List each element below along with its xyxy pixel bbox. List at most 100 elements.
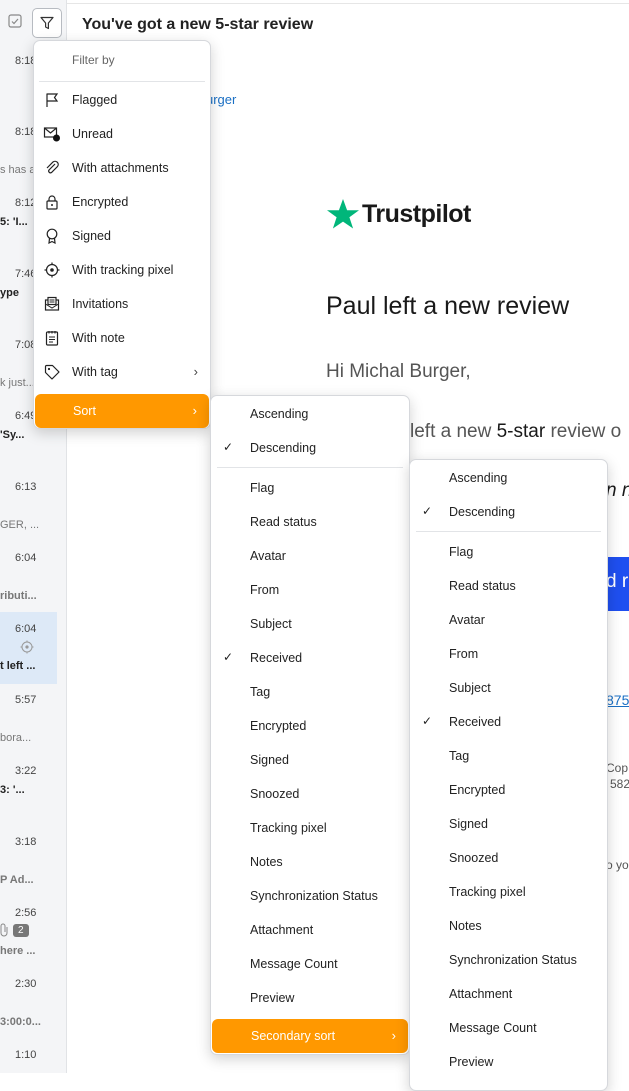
sort-item-label: Notes: [250, 855, 283, 869]
secondary-sort-field-avatar[interactable]: Avatar: [410, 603, 607, 637]
secondary-sort-field-encrypted[interactable]: Encrypted: [410, 773, 607, 807]
divider: [416, 531, 601, 532]
sort-menu: Ascending ✓ Descending Flag Read status Avata…: [210, 395, 410, 1055]
footer-text: 582: [610, 777, 629, 791]
sort-field-received[interactable]: ✓ Received: [211, 641, 409, 675]
review-excerpt: n n: [606, 480, 629, 501]
sort-item-label: Descending: [250, 441, 317, 455]
sort-field-notes[interactable]: Notes: [211, 845, 409, 879]
secondary-sort-field-notes[interactable]: Notes: [410, 909, 607, 943]
sort-field-from[interactable]: From: [211, 573, 409, 607]
secondary-sort-item-label: Synchronization Status: [449, 953, 577, 967]
brand-name: Trustpilot: [362, 199, 471, 228]
checkmark-icon: ✓: [223, 440, 234, 454]
sort-field-tag[interactable]: Tag: [211, 675, 409, 709]
sort-item-label: Preview: [250, 991, 295, 1005]
sort-item-label: Received: [250, 651, 303, 665]
sort-menu-item[interactable]: Sort ›: [35, 394, 209, 428]
secondary-sort-menu-item[interactable]: Secondary sort ›: [212, 1019, 408, 1053]
message-time: 3:18: [15, 836, 37, 848]
secondary-sort-item-label: From: [449, 647, 479, 661]
filter-item-signed[interactable]: Signed: [34, 219, 210, 253]
select-all-checkbox[interactable]: [4, 10, 26, 32]
filter-menu-header: Filter by: [34, 43, 210, 77]
sort-field-avatar[interactable]: Avatar: [211, 539, 409, 573]
secondary-sort-field-tag[interactable]: Tag: [410, 739, 607, 773]
sort-item-label: Subject: [250, 617, 292, 631]
sort-item-label: Attachment: [250, 923, 314, 937]
sort-field-subject[interactable]: Subject: [211, 607, 409, 641]
secondary-sort-field-from[interactable]: From: [410, 637, 607, 671]
message-time: 6:13: [15, 481, 37, 493]
flag-icon: [43, 91, 61, 109]
sort-field-message-count[interactable]: Message Count: [211, 947, 409, 981]
secondary-sort-item-label: Avatar: [449, 613, 485, 627]
filter-item-invitations[interactable]: Invitations: [34, 287, 210, 321]
filter-button[interactable]: [32, 8, 62, 38]
filter-item-with-tracking-pixel[interactable]: With tracking pixel: [34, 253, 210, 287]
sort-item-label: Message Count: [250, 957, 338, 971]
filter-item-encrypted[interactable]: Encrypted: [34, 185, 210, 219]
sort-field-signed[interactable]: Signed: [211, 743, 409, 777]
filter-item-with-tag[interactable]: With tag ›: [34, 355, 210, 389]
secondary-sort-field-subject[interactable]: Subject: [410, 671, 607, 705]
message-snippet: 3: '...: [0, 784, 25, 796]
filter-item-unread[interactable]: Unread: [34, 117, 210, 151]
sort-field-encrypted[interactable]: Encrypted: [211, 709, 409, 743]
star-icon: [327, 199, 359, 229]
secondary-sort-order-descending[interactable]: ✓ Descending: [410, 495, 607, 529]
secondary-sort-order-ascending[interactable]: Ascending: [410, 461, 607, 495]
filter-menu: Filter by Sort › Flagged Unread With attac…: [33, 40, 211, 429]
invitation-icon: [43, 295, 61, 313]
chevron-right-icon: ›: [391, 1028, 396, 1043]
message-snippet: 'Sy...: [0, 429, 25, 441]
sort-item-label: Synchronization Status: [250, 889, 378, 903]
secondary-sort-field-attachment[interactable]: Attachment: [410, 977, 607, 1011]
secondary-sort-field-flag[interactable]: Flag: [410, 535, 607, 569]
review-sentence: left a new 5-star review o: [410, 421, 621, 443]
secondary-sort-field-snoozed[interactable]: Snoozed: [410, 841, 607, 875]
greeting: Hi Michal Burger,: [326, 361, 471, 382]
secondary-sort-field-synchronization-status[interactable]: Synchronization Status: [410, 943, 607, 977]
secondary-sort-field-message-count[interactable]: Message Count: [410, 1011, 607, 1045]
secondary-sort-field-signed[interactable]: Signed: [410, 807, 607, 841]
sort-field-synchronization-status[interactable]: Synchronization Status: [211, 879, 409, 913]
secondary-sort-item-label: Received: [449, 715, 502, 729]
secondary-sort-field-received[interactable]: ✓ Received: [410, 705, 607, 739]
filter-item-label: Encrypted: [72, 195, 129, 209]
filter-item-with-attachments[interactable]: With attachments: [34, 151, 210, 185]
tracking-pixel-icon: [20, 640, 34, 659]
secondary-sort-field-preview[interactable]: Preview: [410, 1045, 607, 1079]
sort-field-read-status[interactable]: Read status: [211, 505, 409, 539]
sort-item-label: Ascending: [250, 407, 309, 421]
footer-text: Cop: [606, 761, 629, 775]
sort-field-snoozed[interactable]: Snoozed: [211, 777, 409, 811]
review-link[interactable]: 875: [606, 692, 629, 708]
message-snippet: GER, ...: [0, 519, 40, 531]
message-snippet: 3:00:0...: [0, 1016, 41, 1028]
pane-top-border: [67, 0, 629, 4]
divider: [39, 81, 205, 82]
sort-item-label: Flag: [250, 481, 275, 495]
sort-item-label: Tracking pixel: [250, 821, 327, 835]
message-time: 2:56: [15, 907, 37, 919]
filter-item-label: With attachments: [72, 161, 169, 175]
filter-item-with-note[interactable]: With note: [34, 321, 210, 355]
secondary-sort-field-read-status[interactable]: Read status: [410, 569, 607, 603]
note-icon: [43, 329, 61, 347]
secondary-sort-item-label: Read status: [449, 579, 516, 593]
message-time: 5:57: [15, 694, 37, 706]
sort-order-descending[interactable]: ✓ Descending: [211, 431, 409, 465]
secondary-sort-item-label: Tracking pixel: [449, 885, 526, 899]
review-heading: Paul left a new review: [326, 292, 570, 320]
filter-item-flagged[interactable]: Flagged: [34, 83, 210, 117]
sort-label: Sort: [73, 404, 96, 418]
sort-order-ascending[interactable]: Ascending: [211, 397, 409, 431]
sort-field-flag[interactable]: Flag: [211, 471, 409, 505]
message-snippet: here ...: [0, 945, 36, 957]
filter-item-label: Flagged: [72, 93, 118, 107]
sort-field-attachment[interactable]: Attachment: [211, 913, 409, 947]
sort-field-tracking-pixel[interactable]: Tracking pixel: [211, 811, 409, 845]
secondary-sort-field-tracking-pixel[interactable]: Tracking pixel: [410, 875, 607, 909]
sort-field-preview[interactable]: Preview: [211, 981, 409, 1015]
